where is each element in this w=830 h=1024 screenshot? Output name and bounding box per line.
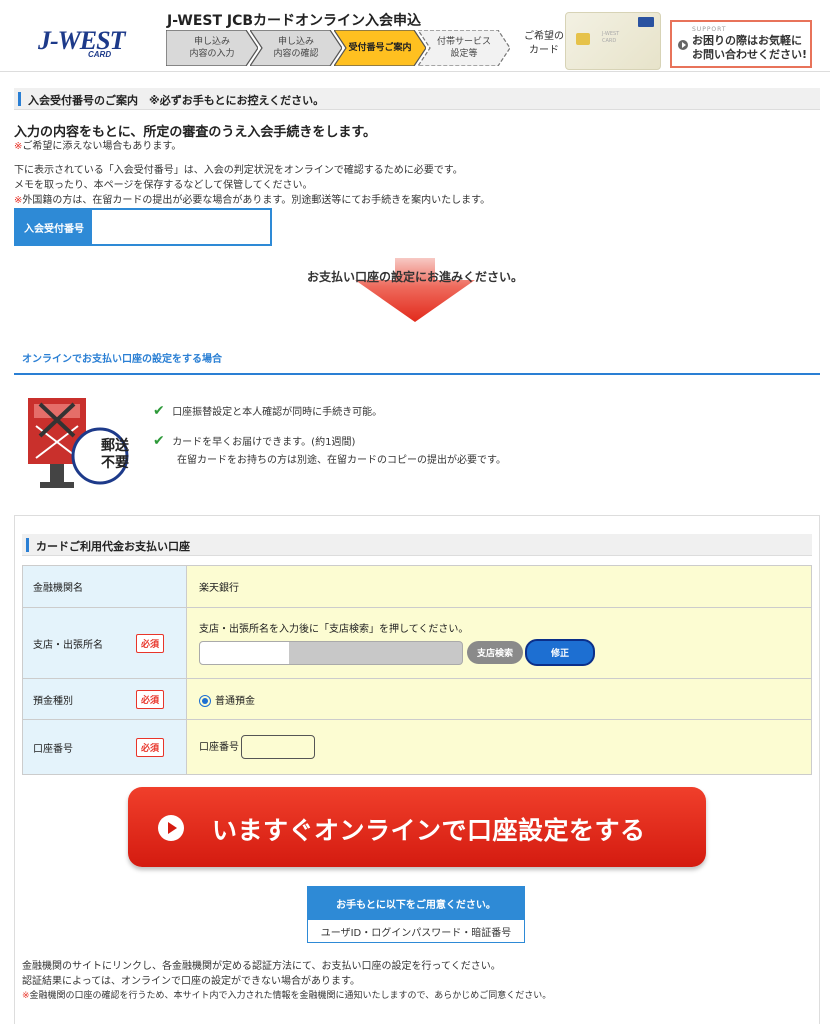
support-banner[interactable]: SUPPORT お困りの際はお気軽に お問い合わせください! bbox=[670, 20, 812, 68]
account-number-inline-label: 口座番号 bbox=[199, 742, 239, 753]
card-label: ご希望の カード bbox=[524, 31, 564, 56]
table-row: 支店・出張所名 必須 支店・出張所名を入力後に「支店検索」を押してください。 支… bbox=[22, 607, 812, 679]
step-label: 付帯サービス 設定等 bbox=[436, 37, 491, 59]
step-confirm: 申し込み 内容の確認 bbox=[250, 30, 342, 66]
bank-name-value: 楽天銀行 bbox=[186, 565, 812, 608]
table-row: 金融機関名 楽天銀行 bbox=[22, 565, 812, 608]
play-circle-icon bbox=[678, 40, 688, 50]
prepare-title: お手もとに以下をご用意ください。 bbox=[308, 887, 524, 920]
support-small-label: SUPPORT bbox=[692, 26, 727, 33]
required-badge: 必須 bbox=[135, 634, 164, 653]
step-services: 付帯サービス 設定等 bbox=[418, 30, 510, 66]
check-icon: ✔ bbox=[153, 403, 165, 419]
receipt-para-3: ※外国籍の方は、在留カードの提出が必要な場合があります。別途郵送等にてお手続きを… bbox=[14, 195, 491, 206]
bank-name-label: 金融機関名 bbox=[22, 565, 187, 608]
step-label: 受付番号ご案内 bbox=[348, 43, 412, 53]
site-header: J-WEST CARD J-WEST JCBカードオンライン入会申込 申し込み … bbox=[0, 0, 830, 72]
branch-hint: 支店・出張所名を入力後に「支店検索」を押してください。 bbox=[199, 624, 469, 635]
support-text: お困りの際はお気軽に お問い合わせください! bbox=[692, 34, 808, 61]
branch-value-cell: 支店・出張所名を入力後に「支店検索」を押してください。 支店検索 修正 bbox=[186, 607, 812, 679]
deposit-type-value: 普通預金 bbox=[215, 695, 255, 707]
online-section-title: オンラインでお支払い口座の設定をする場合 bbox=[22, 354, 222, 365]
branch-input[interactable] bbox=[199, 640, 463, 665]
section-title: 入会受付番号のご案内 ※必ずお手もとにお控えください。 bbox=[28, 94, 325, 107]
step-receipt: 受付番号ご案内 bbox=[334, 30, 426, 66]
required-badge: 必須 bbox=[135, 690, 164, 709]
logo-text: J-WEST bbox=[38, 26, 125, 55]
receipt-para-2: メモを取ったり、本ページを保存するなどして保管してください。 bbox=[14, 180, 313, 191]
prepare-items: ユーザID・ログインパスワード・暗証番号 bbox=[320, 927, 512, 939]
receipt-lead-note: ※ご希望に添えない場合もあります。 bbox=[14, 141, 182, 152]
receipt-number-box: 入会受付番号 bbox=[14, 208, 272, 246]
step-input: 申し込み 内容の入力 bbox=[166, 30, 258, 66]
receipt-section-heading: 入会受付番号のご案内 ※必ずお手もとにお控えください。 bbox=[14, 88, 820, 110]
branch-label-cell: 支店・出張所名 必須 bbox=[22, 607, 187, 679]
check-icon: ✔ bbox=[153, 433, 165, 449]
jwest-logo[interactable]: J-WEST CARD bbox=[30, 20, 140, 60]
branch-label: 支店・出張所名 bbox=[33, 639, 103, 651]
progress-steps: 申し込み 内容の入力 申し込み 内容の確認 受付番号ご案内 付帯サービス 設定等 bbox=[166, 30, 516, 68]
table-row: 口座番号 必須 口座番号 bbox=[22, 719, 812, 775]
setup-account-online-button[interactable]: いますぐオンラインで口座設定をする bbox=[128, 787, 706, 867]
benefit-item: ✔ カードを早くお届けできます。(約1週間) bbox=[153, 432, 355, 452]
cta-label: いますぐオンラインで口座設定をする bbox=[212, 816, 646, 845]
page-title: J-WEST JCBカードオンライン入会申込 bbox=[167, 13, 422, 29]
section-divider bbox=[14, 373, 820, 375]
required-badge: 必須 bbox=[135, 738, 164, 757]
proceed-message: お支払い口座の設定にお進みください。 bbox=[306, 270, 523, 284]
play-circle-icon bbox=[158, 815, 184, 841]
prepare-items-box: お手もとに以下をご用意ください。 ユーザID・ログインパスワード・暗証番号 bbox=[307, 886, 525, 943]
card-image: J-WEST CARD bbox=[565, 12, 661, 70]
receipt-para-1: 下に表示されている「入会受付番号」は、入会の判定状況をオンラインで確認するために… bbox=[14, 165, 463, 176]
ordinary-deposit-radio[interactable] bbox=[199, 694, 211, 707]
branch-search-button[interactable]: 支店検索 bbox=[467, 641, 524, 664]
step-label: 申し込み 内容の確認 bbox=[273, 37, 319, 59]
account-number-label-cell: 口座番号 必須 bbox=[22, 719, 187, 775]
payment-section-heading: カードご利用代金お支払い口座 bbox=[22, 534, 812, 556]
card-text: J-WEST CARD bbox=[602, 31, 620, 44]
jcb-logo-icon bbox=[638, 17, 654, 27]
footer-line-3: ※金融機関の口座の確認を行うため、本サイト内で入力された情報を金融機関に通知いた… bbox=[22, 991, 552, 1001]
deposit-type-label: 預金種別 bbox=[33, 695, 73, 707]
logo-sub: CARD bbox=[88, 50, 112, 59]
benefit-note: 在留カードをお持ちの方は別途、在留カードのコピーの提出が必要です。 bbox=[177, 455, 506, 466]
section-title: カードご利用代金お支払い口座 bbox=[36, 540, 190, 553]
step-label: 申し込み 内容の入力 bbox=[189, 37, 235, 59]
deposit-type-cell: 普通預金 bbox=[186, 678, 812, 720]
deposit-type-label-cell: 預金種別 必須 bbox=[22, 678, 187, 720]
footer-line-2: 認証結果によっては、オンラインで口座の設定ができない場合があります。 bbox=[22, 976, 360, 987]
receipt-number-label: 入会受付番号 bbox=[16, 210, 92, 244]
receipt-paragraph: 下に表示されている「入会受付番号」は、入会の判定状況をオンラインで確認するために… bbox=[14, 163, 490, 208]
account-number-cell: 口座番号 bbox=[186, 719, 812, 775]
footer-line-1: 金融機関のサイトにリンクし、各金融機関が定める認証方法にて、お支払い口座の設定を… bbox=[22, 961, 501, 972]
benefit-text: 口座振替設定と本人確認が同時に手続き可能。 bbox=[172, 407, 383, 418]
footer-notes: 金融機関のサイトにリンクし、各金融機関が定める認証方法にて、お支払い口座の設定を… bbox=[22, 959, 551, 1004]
payment-form-table: 金融機関名 楽天銀行 支店・出張所名 必須 支店・出張所名を入力後に「支店検索」… bbox=[22, 565, 812, 775]
no-mail-badge: 郵送 不要 bbox=[101, 438, 129, 471]
table-row: 預金種別 必須 普通預金 bbox=[22, 678, 812, 720]
edit-button[interactable]: 修正 bbox=[525, 639, 596, 666]
benefit-text: カードを早くお届けできます。(約1週間) bbox=[172, 437, 356, 448]
account-number-label: 口座番号 bbox=[33, 743, 73, 755]
card-chip-icon bbox=[576, 33, 590, 45]
benefit-item: ✔ 口座振替設定と本人確認が同時に手続き可能。 bbox=[153, 402, 382, 422]
account-number-input[interactable] bbox=[241, 735, 315, 759]
